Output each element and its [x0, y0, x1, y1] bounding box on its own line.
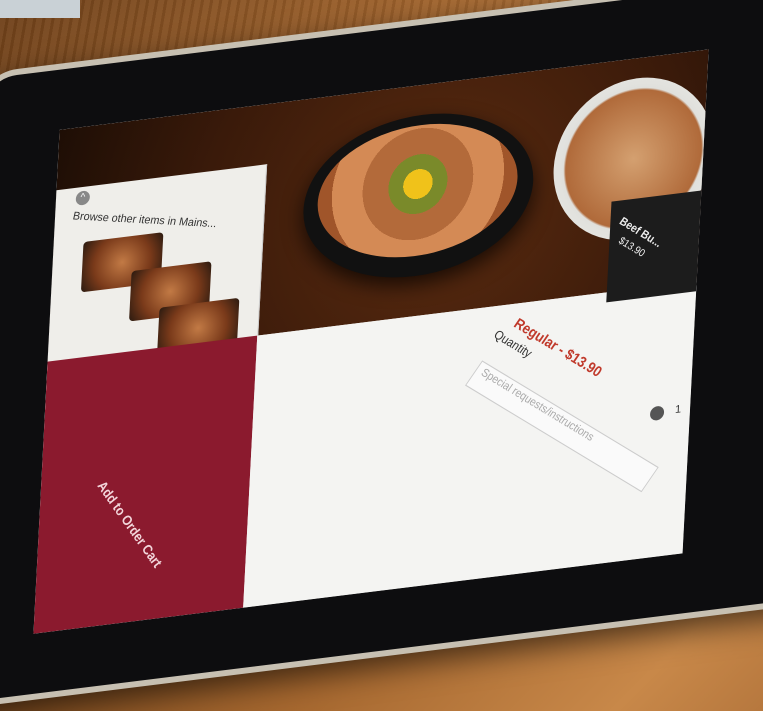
- chevron-up-icon[interactable]: ^: [75, 190, 91, 206]
- bibimbap-bowl-image: [299, 100, 538, 291]
- add-to-cart-button[interactable]: Add to Order Cart: [33, 335, 258, 634]
- item-detail-panel: Regular - $13.90 Quantity Special reques…: [243, 281, 697, 608]
- quantity-stepper[interactable]: [649, 405, 665, 422]
- bowl-food-image: [314, 112, 521, 269]
- side-item-card[interactable]: Beef Bu... $13.90: [606, 190, 702, 303]
- tablet-screen: ^ Browse other items in Mains... ✓ Add t…: [33, 49, 709, 634]
- tablet-device: ^ Browse other items in Mains... ✓ Add t…: [0, 0, 763, 711]
- add-to-cart-label: Add to Order Cart: [94, 477, 166, 571]
- quantity-value: 1: [674, 403, 682, 417]
- special-requests-input[interactable]: Special requests/instructions: [464, 360, 659, 493]
- wall-corner: [0, 0, 80, 18]
